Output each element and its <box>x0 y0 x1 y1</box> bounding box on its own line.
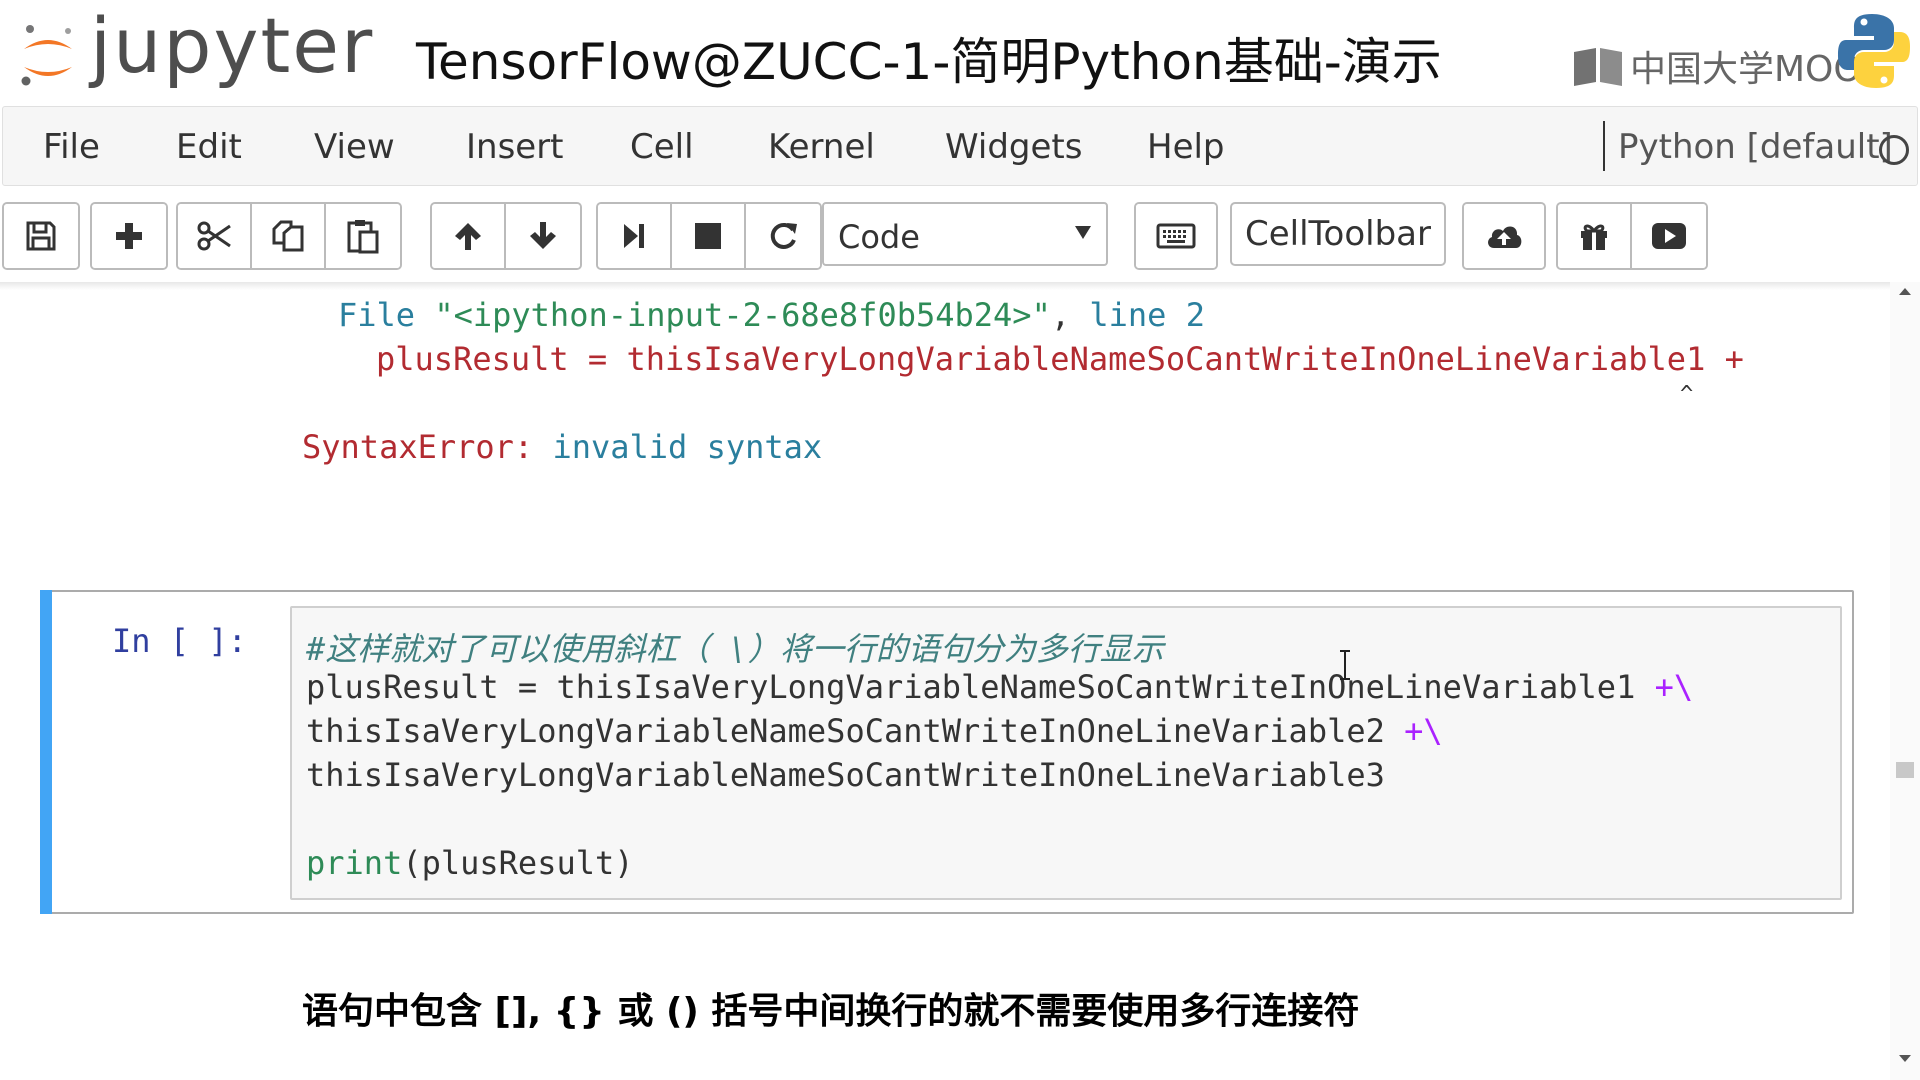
error-message: invalid syntax <box>533 428 823 466</box>
move-up-button[interactable] <box>432 204 506 268</box>
toolbar-group-save <box>2 202 80 270</box>
toolbar-group-upload <box>1462 202 1546 270</box>
menu-insert[interactable]: Insert <box>466 127 564 167</box>
upload-button[interactable] <box>1464 204 1544 268</box>
toolbar-group-insert <box>90 202 168 270</box>
menu-kernel[interactable]: Kernel <box>768 127 875 167</box>
print-keyword: print <box>306 844 403 882</box>
notebook-title[interactable]: TensorFlow@ZUCC-1-简明Python基础-演示 <box>416 22 1442 94</box>
cloud-upload-icon <box>1488 226 1522 248</box>
jupyter-logo-icon <box>18 23 78 87</box>
save-button[interactable] <box>4 204 78 268</box>
traceback-code-line: plusResult = thisIsaVeryLongVariableName… <box>376 340 1744 378</box>
toolbar-group-edit <box>176 202 402 270</box>
arrow-up-icon <box>455 223 481 250</box>
code-line-1-operator: +\ <box>1654 668 1694 706</box>
gift-button[interactable] <box>1558 204 1632 268</box>
menu-help[interactable]: Help <box>1147 127 1225 167</box>
copy-icon <box>272 220 304 252</box>
code-editor[interactable]: #这样就对了可以使用斜杠（ \）将一行的语句分为多行显示 plusResult … <box>290 606 1842 900</box>
stop-icon <box>695 223 721 249</box>
code-print-line: print(plusResult) <box>306 844 634 882</box>
code-cell-selected[interactable]: In [ ]: #这样就对了可以使用斜杠（ \）将一行的语句分为多行显示 plu… <box>40 590 1854 914</box>
code-comment-line: #这样就对了可以使用斜杠（ \）将一行的语句分为多行显示 <box>306 630 1164 668</box>
traceback-caret: ^ <box>1680 382 1694 407</box>
kernel-name[interactable]: Python [default] <box>1618 127 1893 167</box>
menu-view[interactable]: View <box>314 127 395 167</box>
scroll-up-arrow-icon[interactable] <box>1898 286 1912 296</box>
scrollbar-thumb[interactable] <box>1896 762 1914 778</box>
menu-file[interactable]: File <box>43 127 100 167</box>
cell-type-value: Code <box>838 218 920 256</box>
scroll-down-arrow-icon[interactable] <box>1898 1054 1912 1064</box>
code-line-2: thisIsaVeryLongVariableNameSoCantWriteIn… <box>306 712 1443 750</box>
gift-icon <box>1581 224 1607 250</box>
markdown-cell-text[interactable]: 语句中包含 [], {} 或 () 括号中间换行的就不需要使用多行连接符 <box>302 982 1359 1034</box>
step-forward-icon <box>624 224 644 248</box>
traceback-file-name: "<ipython-input-2-68e8f0b54b24>" <box>434 296 1051 334</box>
header-shadow <box>0 282 1890 290</box>
paste-button[interactable] <box>326 204 400 268</box>
cell-selection-bar <box>40 590 52 914</box>
notebook-scrollbar[interactable] <box>1890 282 1920 1080</box>
keyboard-icon <box>1156 223 1196 249</box>
command-palette-button[interactable] <box>1136 204 1216 268</box>
traceback-file-line: File "<ipython-input-2-68e8f0b54b24>", l… <box>338 296 1205 334</box>
kernel-status-indicator <box>1879 135 1909 165</box>
error-type: SyntaxError: <box>302 428 534 466</box>
traceback-separator: , <box>1050 296 1090 334</box>
text-cursor-icon <box>1340 650 1350 680</box>
refresh-icon <box>770 222 797 249</box>
code-line-1-text: plusResult = thisIsaVeryLongVariableName… <box>306 668 1655 706</box>
menu-widgets[interactable]: Widgets <box>945 127 1082 167</box>
header: jupyter TensorFlow@ZUCC-1-简明Python基础-演示 … <box>0 0 1920 104</box>
syntax-error-line: SyntaxError: invalid syntax <box>302 428 822 466</box>
jupyter-logo-text: jupyter <box>90 1 375 90</box>
restart-kernel-button[interactable] <box>746 204 820 268</box>
save-icon <box>26 221 56 251</box>
traceback-line-number: line 2 <box>1089 296 1205 334</box>
copy-button[interactable] <box>252 204 326 268</box>
menu-cell[interactable]: Cell <box>630 127 694 167</box>
mooc-book-icon <box>1574 48 1622 86</box>
insert-cell-button[interactable] <box>92 204 166 268</box>
cut-icon <box>197 221 231 251</box>
paste-icon <box>347 220 379 254</box>
kernel-divider <box>1603 121 1605 171</box>
slideshow-button[interactable] <box>1632 204 1706 268</box>
toolbar-group-extensions <box>1556 202 1708 270</box>
play-icon <box>1652 223 1686 249</box>
menubar: File Edit View Insert Cell Kernel Widget… <box>2 106 1918 186</box>
cell-input-prompt: In [ ]: <box>112 622 247 660</box>
notebook-container[interactable]: File "<ipython-input-2-68e8f0b54b24>", l… <box>0 282 1890 1080</box>
jupyter-logo[interactable]: jupyter <box>18 1 375 100</box>
code-line-2-operator: +\ <box>1404 712 1443 750</box>
traceback-file-prefix: File <box>338 296 435 334</box>
toolbar-group-move <box>430 202 582 270</box>
chevron-down-icon <box>1075 226 1091 239</box>
cell-type-select[interactable]: Code <box>822 202 1108 266</box>
celltoolbar-button[interactable]: CellToolbar <box>1230 202 1446 266</box>
code-line-3: thisIsaVeryLongVariableNameSoCantWriteIn… <box>306 756 1385 794</box>
interrupt-kernel-button[interactable] <box>672 204 746 268</box>
code-line-1: plusResult = thisIsaVeryLongVariableName… <box>306 668 1693 706</box>
run-cell-button[interactable] <box>598 204 672 268</box>
print-arguments: (plusResult) <box>402 844 634 882</box>
toolbar-group-run <box>596 202 822 270</box>
toolbar-group-keyboard <box>1134 202 1218 270</box>
menu-edit[interactable]: Edit <box>176 127 242 167</box>
python-logo-icon <box>1836 12 1912 95</box>
arrow-down-icon <box>530 222 556 249</box>
move-down-button[interactable] <box>506 204 580 268</box>
cut-button[interactable] <box>178 204 252 268</box>
code-line-2-text: thisIsaVeryLongVariableNameSoCantWriteIn… <box>306 712 1405 750</box>
plus-icon <box>116 223 142 249</box>
